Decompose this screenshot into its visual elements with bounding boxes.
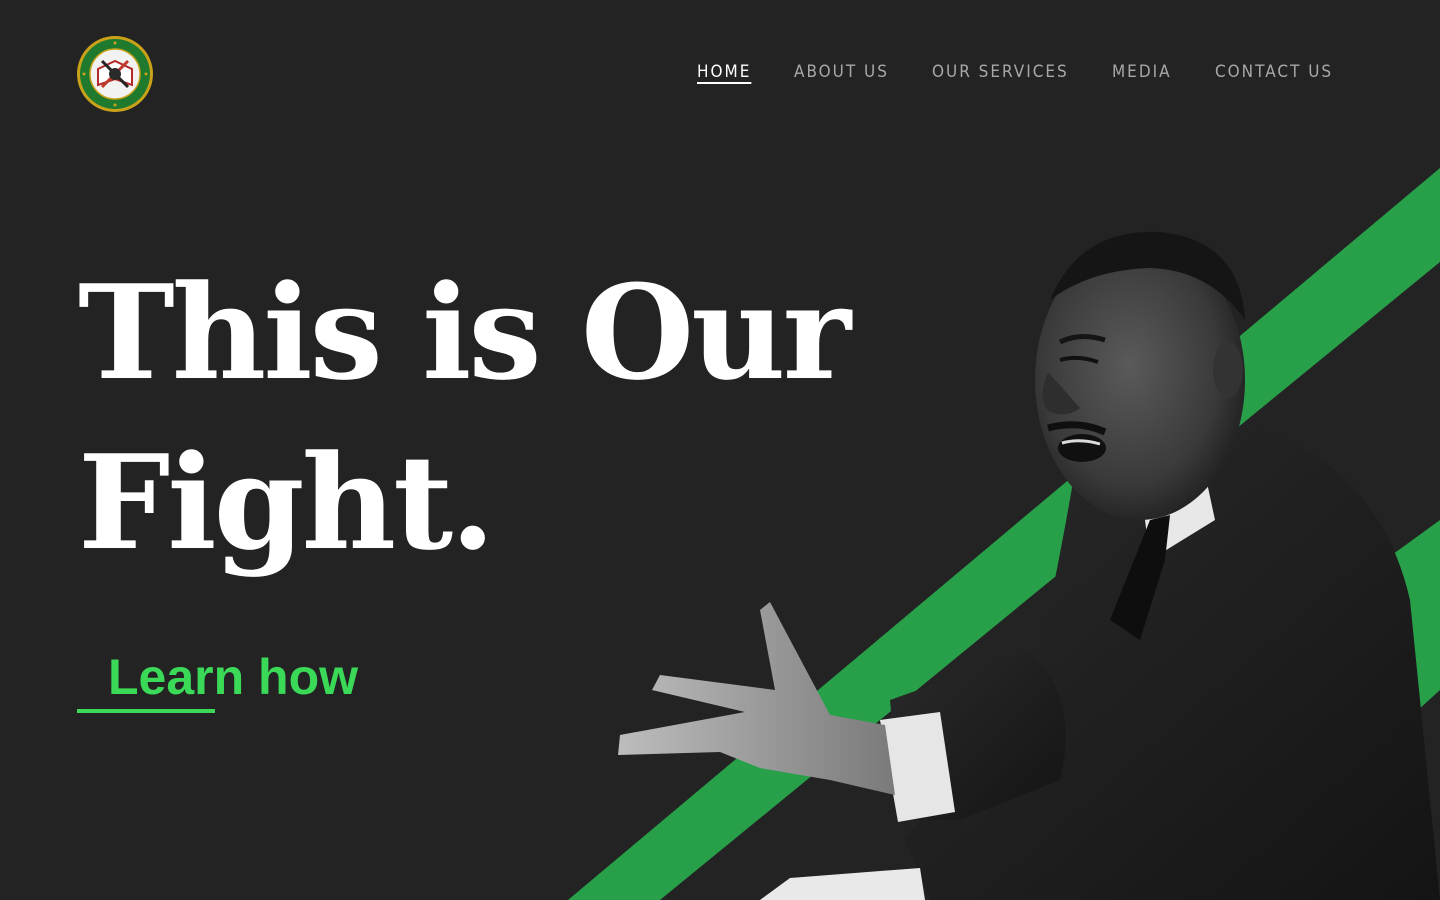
hero-headline-line2: Fight. <box>78 426 495 579</box>
cta-underline <box>77 709 215 713</box>
speaker-ear <box>1213 342 1243 398</box>
learn-how-link[interactable]: Learn how <box>108 648 358 706</box>
podium-edge <box>760 868 925 900</box>
hero-headline-line1: This is Our <box>78 256 851 409</box>
hero-headline: This is Our Fight. <box>78 248 851 588</box>
